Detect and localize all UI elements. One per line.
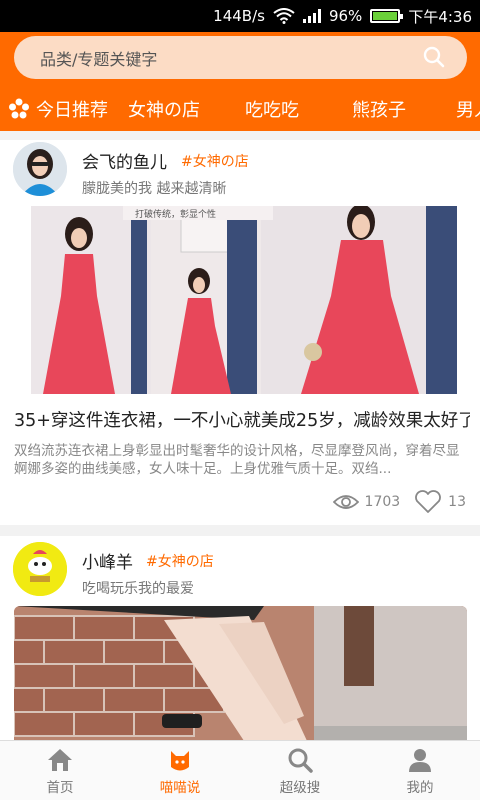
category-tabs: 今日推荐 女神の店 吃吃吃 熊孩子 男人	[0, 87, 480, 131]
bottom-nav: 首页 喵喵说 超级搜 我的	[0, 740, 480, 800]
user-signature: 朦胧美的我 越来越清晰	[82, 181, 227, 197]
avatar[interactable]	[13, 542, 67, 596]
post-title[interactable]: 35+穿这件连衣裙，一不小心就美成25岁，减龄效果太好了	[14, 407, 470, 432]
post-description: 双绉流苏连衣裙上身彰显出时髦奢华的设计风格，尽显摩登风尚，穿着尽显婀娜多姿的曲线…	[14, 443, 460, 477]
battery-icon	[370, 9, 404, 23]
tab-men[interactable]: 男人	[456, 87, 480, 131]
dress-photo: 打破传统，彰显个性	[31, 206, 457, 394]
photo-caption: 打破传统，彰显个性	[135, 208, 216, 220]
tab-eat[interactable]: 吃吃吃	[245, 87, 299, 131]
user-signature: 吃喝玩乐我的最爱	[82, 581, 194, 597]
user-photo	[13, 142, 67, 196]
tab-label: 男人	[456, 100, 480, 121]
flower-icon	[9, 98, 29, 119]
nav-home[interactable]: 首页	[0, 741, 120, 800]
post-image[interactable]: 打破传统，彰显个性	[31, 206, 457, 394]
home-icon	[48, 748, 72, 771]
tab-goddess-shop[interactable]: 女神の店	[128, 87, 200, 131]
header: 品类/专题关键字 今日推荐 女神の店 吃吃吃 熊孩子 男人	[0, 32, 480, 131]
tab-label: 吃吃吃	[245, 100, 299, 121]
topic-tag[interactable]: #女神の店	[181, 151, 249, 171]
tab-kids[interactable]: 熊孩子	[352, 87, 406, 131]
network-speed: 144B/s	[213, 7, 265, 25]
nav-super-search[interactable]: 超级搜	[240, 741, 360, 800]
heart-icon[interactable]	[414, 490, 442, 514]
like-count: 13	[448, 494, 466, 510]
topic-tag[interactable]: #女神の店	[146, 551, 214, 571]
post-card[interactable]: 小峰羊 #女神の店 吃喝玩乐我的最爱	[0, 536, 480, 740]
username[interactable]: 小峰羊	[82, 548, 133, 573]
tab-today-recommend[interactable]: 今日推荐	[8, 87, 108, 131]
post-card[interactable]: 会飞的鱼儿 #女神の店 朦胧美的我 越来越清晰 打破传统，彰显个性 35+穿这件…	[0, 140, 480, 525]
battery-percent: 96%	[328, 7, 363, 25]
nav-label: 喵喵说	[159, 779, 201, 796]
post-image[interactable]	[14, 606, 467, 740]
tab-label: 今日推荐	[36, 100, 108, 121]
search-icon[interactable]	[423, 46, 445, 68]
tab-label: 女神の店	[128, 100, 200, 121]
user-icon	[409, 748, 431, 772]
search-bar[interactable]: 品类/专题关键字	[14, 36, 467, 79]
feed[interactable]: 会飞的鱼儿 #女神の店 朦胧美的我 越来越清晰 打破传统，彰显个性 35+穿这件…	[0, 131, 480, 740]
nav-label: 首页	[46, 779, 74, 796]
wifi-icon	[273, 8, 295, 24]
username[interactable]: 会飞的鱼儿	[82, 148, 167, 173]
tab-label: 熊孩子	[352, 100, 406, 121]
status-bar: 144B/s 96% 下午4:36	[0, 0, 480, 32]
search-placeholder: 品类/专题关键字	[40, 49, 158, 69]
nav-label: 超级搜	[279, 779, 321, 796]
search-icon	[288, 748, 313, 773]
nav-miaomiao[interactable]: 喵喵说	[120, 741, 240, 800]
eye-icon	[332, 495, 359, 509]
view-count: 1703	[364, 494, 401, 510]
nav-label: 我的	[406, 779, 434, 796]
clock: 下午4:36	[408, 7, 472, 26]
avatar[interactable]	[13, 142, 67, 196]
signal-icon	[302, 9, 321, 23]
user-photo	[13, 542, 67, 596]
cat-icon	[171, 750, 189, 770]
legs-photo	[14, 606, 467, 740]
nav-me[interactable]: 我的	[360, 741, 480, 800]
post-stats: 1703 13	[332, 490, 466, 514]
